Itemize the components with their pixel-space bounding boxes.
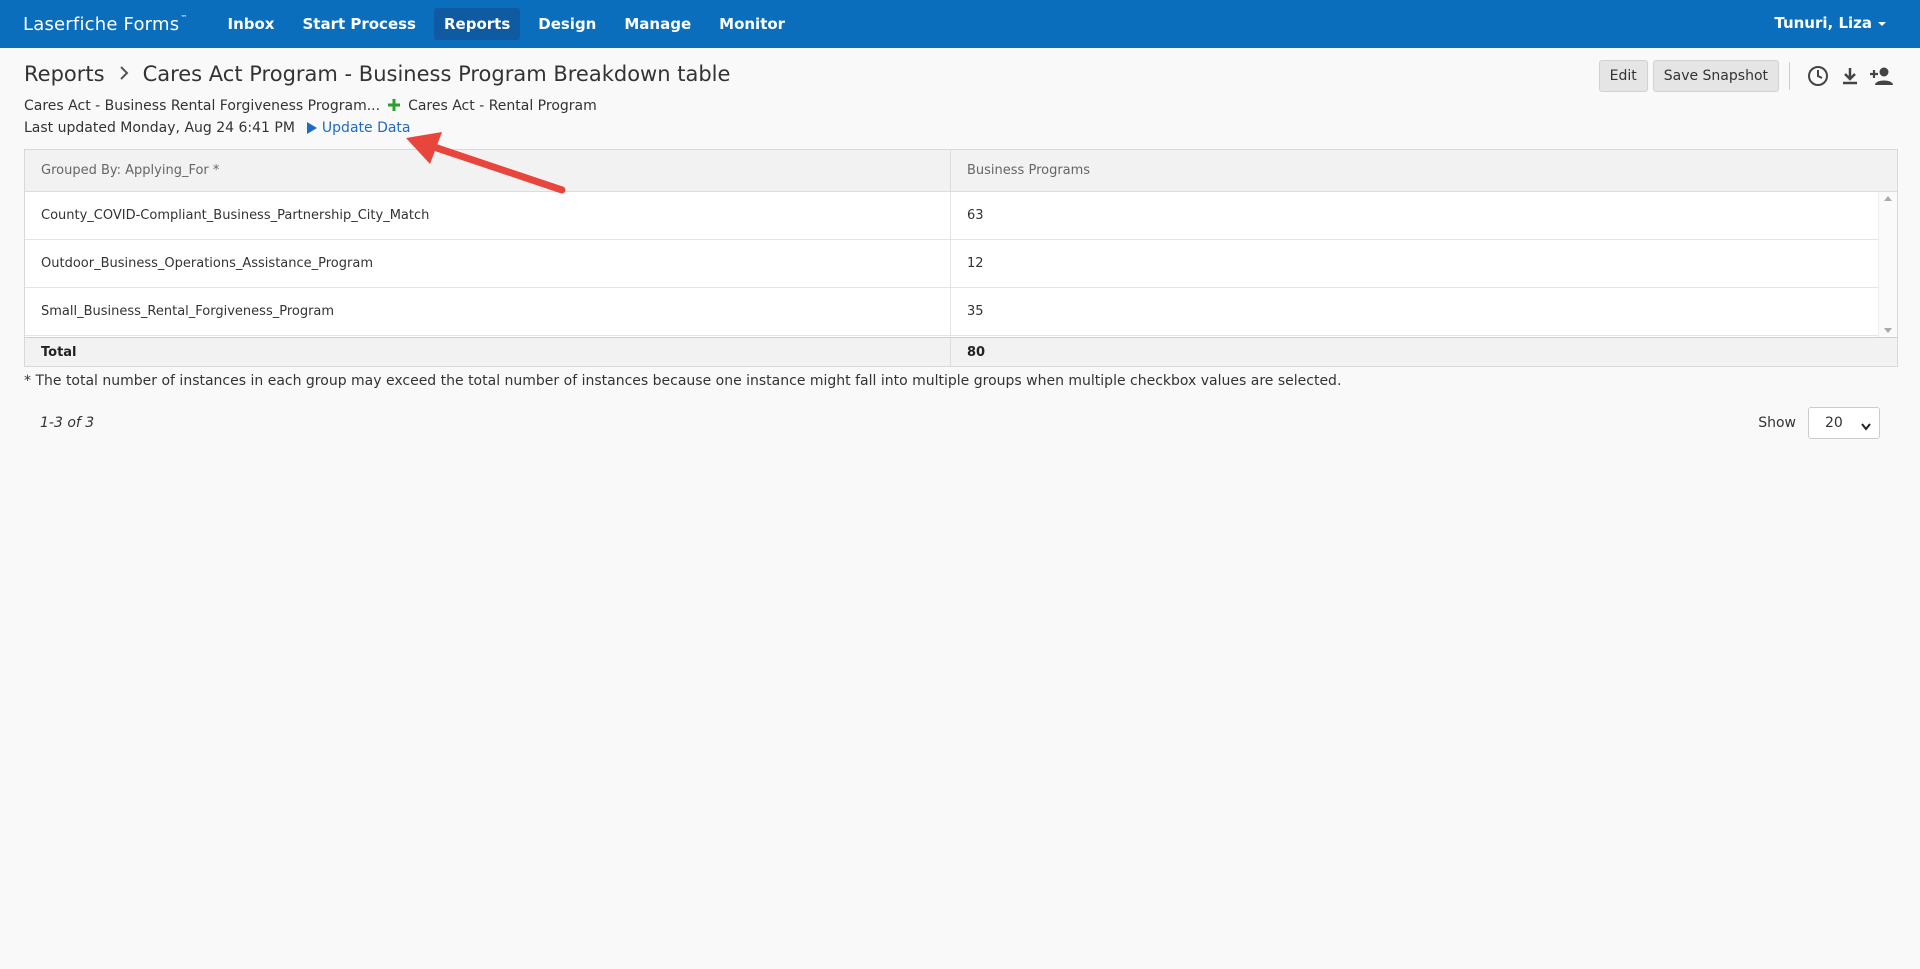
add-user-icon[interactable] bbox=[1868, 62, 1896, 90]
top-nav-bar: Laserfiche Forms™ Inbox Start Process Re… bbox=[0, 0, 1920, 48]
table-header: Grouped By: Applying_For * Business Prog… bbox=[25, 150, 1897, 192]
breadcrumb-reports-link[interactable]: Reports bbox=[24, 62, 105, 86]
pagination-range: 1-3 of 3 bbox=[40, 415, 95, 431]
page-size-control: Show 20 bbox=[1758, 407, 1880, 439]
table-cell-group: Outdoor_Business_Operations_Assistance_P… bbox=[25, 240, 951, 287]
table-cell-group: Small_Business_Rental_Forgiveness_Progra… bbox=[25, 288, 951, 335]
nav-inbox[interactable]: Inbox bbox=[217, 8, 284, 40]
page-size-select[interactable]: 20 bbox=[1808, 407, 1880, 439]
app-brand[interactable]: Laserfiche Forms™ bbox=[23, 14, 187, 35]
toolbar-divider bbox=[1789, 62, 1790, 90]
annotation-arrow-icon bbox=[406, 132, 566, 194]
table-cell-count: 12 bbox=[967, 256, 984, 271]
save-snapshot-button[interactable]: Save Snapshot bbox=[1652, 60, 1779, 92]
total-label: Total bbox=[25, 338, 951, 366]
update-data-label: Update Data bbox=[321, 120, 411, 136]
table-footer: Total 80 bbox=[25, 337, 1897, 366]
trademark-mark: ™ bbox=[180, 13, 188, 22]
user-name: Tunuri, Liza bbox=[1774, 14, 1872, 32]
update-data-link[interactable]: Update Data bbox=[306, 120, 411, 136]
chevron-right-icon bbox=[119, 64, 129, 85]
table-cell-count: 63 bbox=[967, 208, 984, 223]
edit-button[interactable]: Edit bbox=[1598, 60, 1648, 92]
table-body: County_COVID-Compliant_Business_Partners… bbox=[25, 192, 1897, 337]
total-value: 80 bbox=[967, 345, 986, 360]
report-table: Grouped By: Applying_For * Business Prog… bbox=[24, 149, 1898, 367]
chevron-down-icon bbox=[1861, 419, 1871, 435]
last-updated-line: Last updated Monday, Aug 24 6:41 PM Upda… bbox=[24, 120, 411, 136]
page-size-value: 20 bbox=[1825, 415, 1843, 431]
table-cell-count: 35 bbox=[967, 304, 984, 319]
table-scrollbar[interactable] bbox=[1878, 192, 1897, 337]
download-icon[interactable] bbox=[1836, 62, 1864, 90]
scroll-down-icon[interactable] bbox=[1884, 328, 1892, 333]
nav-start-process[interactable]: Start Process bbox=[292, 8, 426, 40]
report-source-b[interactable]: Cares Act - Rental Program bbox=[408, 98, 597, 114]
plus-icon bbox=[388, 99, 401, 113]
table-footnote: * The total number of instances in each … bbox=[24, 373, 1342, 389]
nav-reports[interactable]: Reports bbox=[433, 8, 521, 40]
report-source-a[interactable]: Cares Act - Business Rental Forgiveness … bbox=[24, 98, 380, 114]
page-title: Cares Act Program - Business Program Bre… bbox=[142, 62, 731, 86]
clock-icon[interactable] bbox=[1804, 62, 1832, 90]
report-actions: Edit Save Snapshot bbox=[1594, 60, 1896, 92]
breadcrumb: Reports Cares Act Program - Business Pro… bbox=[24, 62, 730, 86]
column-header-business-programs[interactable]: Business Programs bbox=[951, 150, 1897, 191]
user-menu[interactable]: Tunuri, Liza bbox=[1774, 14, 1886, 32]
nav-monitor[interactable]: Monitor bbox=[709, 8, 795, 40]
show-label: Show bbox=[1758, 415, 1796, 431]
nav-manage[interactable]: Manage bbox=[614, 8, 701, 40]
nav-design[interactable]: Design bbox=[528, 8, 606, 40]
scroll-up-icon[interactable] bbox=[1884, 196, 1892, 201]
table-row: Outdoor_Business_Operations_Assistance_P… bbox=[25, 240, 1879, 288]
play-icon bbox=[306, 122, 317, 134]
last-updated-text: Last updated Monday, Aug 24 6:41 PM bbox=[24, 120, 295, 136]
brand-name: Laserfiche Forms bbox=[23, 13, 180, 35]
report-sources: Cares Act - Business Rental Forgiveness … bbox=[24, 98, 597, 114]
table-row: County_COVID-Compliant_Business_Partners… bbox=[25, 192, 1879, 240]
caret-down-icon bbox=[1878, 21, 1886, 26]
table-row: Small_Business_Rental_Forgiveness_Progra… bbox=[25, 288, 1879, 336]
